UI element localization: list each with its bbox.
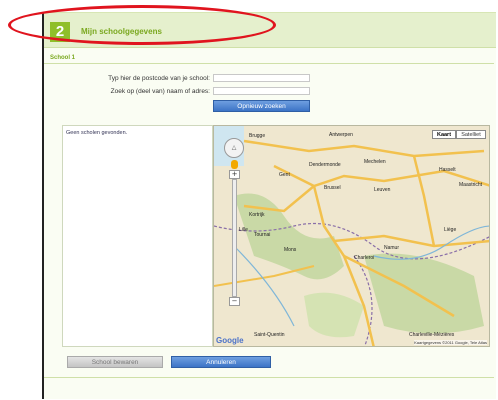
- cancel-button[interactable]: Annuleren: [171, 356, 271, 368]
- zoom-slider[interactable]: [232, 179, 237, 297]
- map-city-label: Maastricht: [459, 182, 483, 188]
- section-label: School 1: [50, 55, 76, 61]
- pan-control[interactable]: △: [224, 138, 244, 158]
- red-highlight-oval: [8, 5, 276, 45]
- zoom-out-button[interactable]: −: [229, 297, 240, 306]
- map-city-label: Namur: [384, 245, 399, 251]
- map-type-satellite-button[interactable]: Satelliet: [456, 130, 486, 139]
- search-label: Zoek op (deel van) naam of adres:: [110, 88, 210, 95]
- map-type-kaart-button[interactable]: Kaart: [432, 130, 456, 139]
- map-city-label: Gent: [279, 172, 290, 178]
- map-canvas: Brugge Antwerpen Gent Dendermonde Mechelen Br…: [214, 126, 489, 346]
- map-city-label: Tournai: [254, 232, 270, 238]
- search-again-button[interactable]: Opnieuw zoeken: [213, 100, 310, 112]
- map[interactable]: Brugge Antwerpen Gent Dendermonde Mechelen Br…: [213, 125, 490, 347]
- map-city-label: Brussel: [324, 185, 341, 191]
- map-city-label: Dendermonde: [309, 162, 341, 168]
- footer-divider: [44, 377, 494, 378]
- save-school-button[interactable]: School bewaren: [67, 356, 163, 368]
- map-city-label: Charleroi: [354, 255, 374, 261]
- map-city-label: Brugge: [249, 133, 265, 139]
- map-city-label: Mons: [284, 247, 297, 253]
- postcode-input[interactable]: [213, 74, 310, 82]
- map-city-label: Saint-Quentin: [254, 332, 285, 338]
- no-results-text: Geen scholen gevonden.: [66, 130, 128, 136]
- section-divider: [44, 63, 494, 64]
- map-city-label: Hasselt: [439, 167, 456, 173]
- street-view-pegman-icon[interactable]: [231, 160, 238, 169]
- zoom-in-button[interactable]: +: [229, 170, 240, 179]
- map-city-label: Lille: [239, 227, 248, 233]
- map-city-label: Leuven: [374, 187, 391, 193]
- search-input[interactable]: [213, 87, 310, 95]
- map-city-label: Antwerpen: [329, 132, 353, 138]
- map-city-label: Charleville-Mézières: [409, 332, 455, 338]
- results-list: Geen scholen gevonden.: [62, 125, 213, 347]
- map-city-label: Kortrijk: [249, 212, 265, 218]
- map-city-label: Liège: [444, 227, 456, 233]
- map-copyright: Kaartgegevens ©2011 Google, Tele Atlas: [414, 340, 487, 345]
- postcode-label: Typ hier de postcode van je school:: [108, 75, 210, 82]
- map-city-label: Mechelen: [364, 159, 386, 165]
- google-logo: Google: [216, 336, 244, 345]
